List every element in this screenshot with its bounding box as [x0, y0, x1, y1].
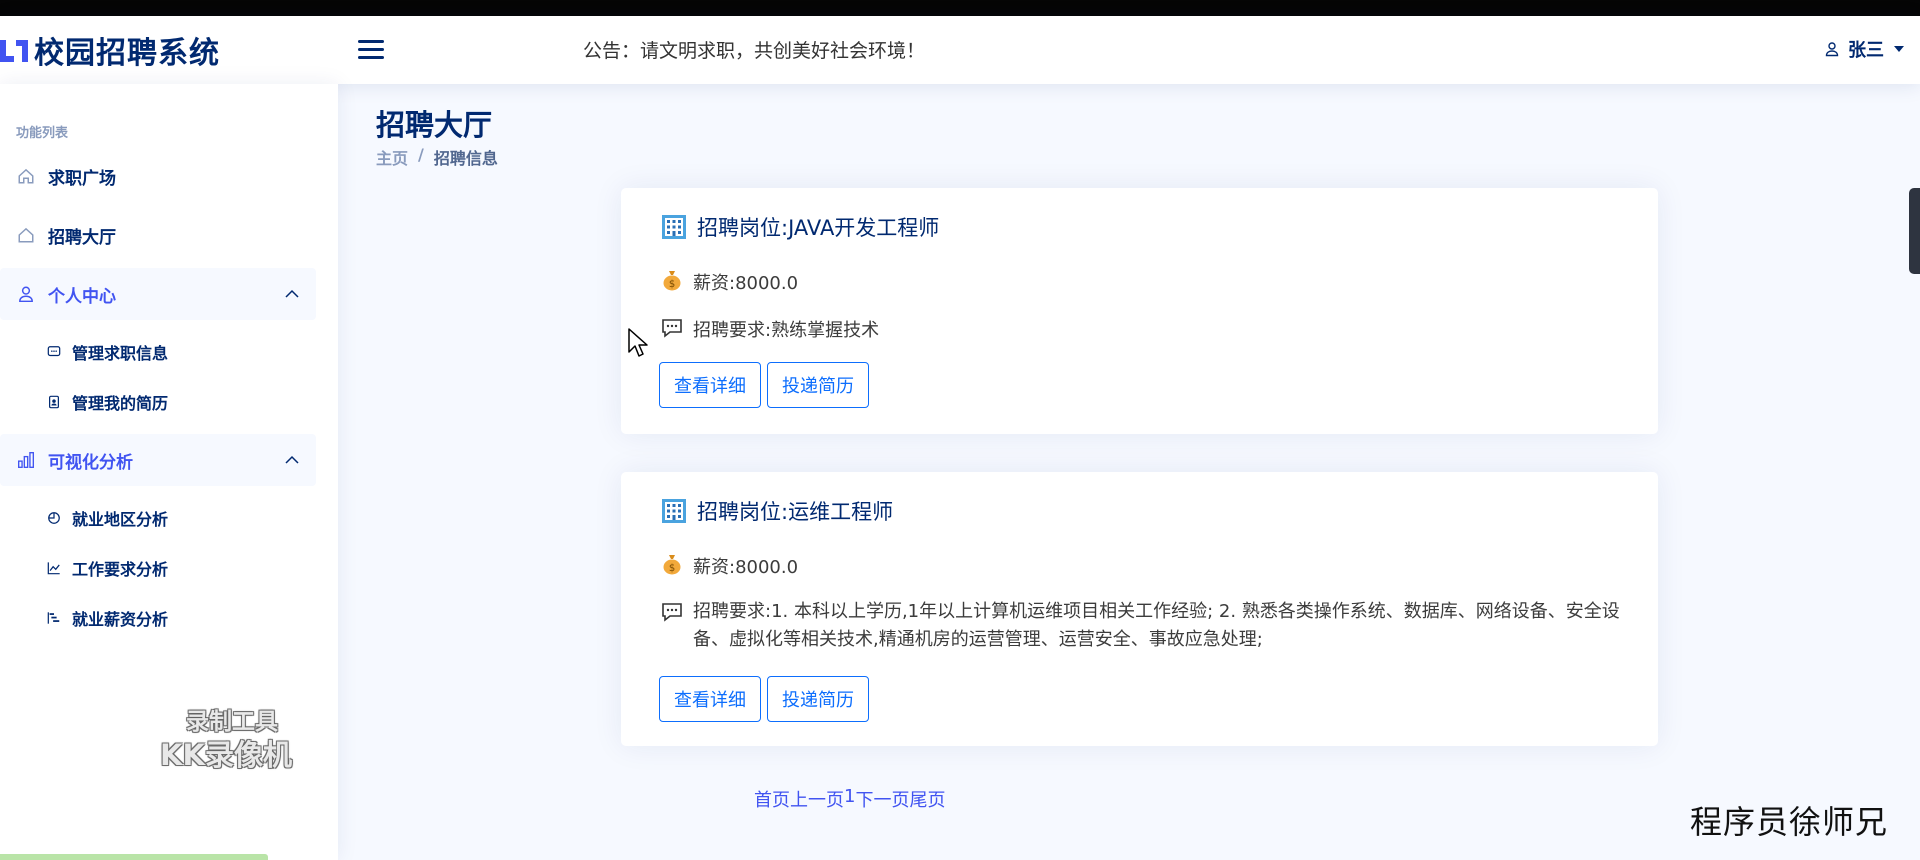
salary-row: $ 薪资:8000.0 [661, 553, 798, 579]
sidebar-subitem-manage-job-info[interactable]: 管理求职信息 [0, 330, 316, 374]
requirement-row: 招聘要求:熟练掌握技术 [661, 317, 1633, 345]
announcement-text: 公告：请文明求职，共创美好社会环境！ [583, 40, 926, 62]
bar-chart-steps-icon [46, 610, 62, 626]
money-bag-icon: $ [661, 553, 683, 575]
pager-next-link[interactable]: 下一页 [855, 786, 909, 812]
logo-text: 校园招聘系统 [34, 36, 220, 71]
job-title: 招聘岗位:JAVA开发工程师 [697, 216, 940, 240]
corner-watermark: 程序员徐师兄 [1690, 803, 1889, 841]
sidebar-item-label: 求职广场 [48, 168, 116, 189]
speech-bubble-icon [661, 601, 683, 623]
money-bag-icon: $ [661, 269, 683, 291]
requirement-text: 招聘要求:熟练掌握技术 [693, 320, 880, 341]
pie-chart-icon [46, 510, 62, 526]
home-icon [16, 166, 36, 186]
sidebar-item-label: 招聘大厅 [48, 227, 116, 248]
page-title: 招聘大厅 [376, 108, 493, 142]
file-person-icon [46, 394, 62, 410]
job-actions: 查看详细 投递简历 [659, 362, 869, 408]
sidebar-subitem-manage-resume[interactable]: 管理我的简历 [0, 380, 316, 424]
speech-bubble-icon [661, 317, 683, 339]
window-top-strip [0, 0, 1920, 16]
job-title: 招聘岗位:运维工程师 [697, 500, 894, 524]
caret-down-icon [1894, 46, 1904, 52]
sidebar-item-visual-analysis[interactable]: 可视化分析 [0, 434, 316, 486]
svg-text:$: $ [669, 563, 675, 574]
user-name: 张三 [1848, 40, 1884, 61]
home-icon [16, 225, 36, 245]
sidebar-subitem-label: 就业地区分析 [72, 510, 169, 529]
pagination: 首页 上一页 1 下一页 尾页 [754, 786, 945, 812]
mouse-cursor-icon [628, 328, 648, 357]
logo-mark-icon [0, 35, 30, 65]
pager-prev-link[interactable]: 上一页 [790, 786, 844, 812]
building-icon [662, 215, 686, 239]
job-title-row: 招聘岗位:运维工程师 [661, 496, 893, 526]
recorder-watermark-line1: 录制工具 [186, 709, 278, 735]
salary-text: 薪资:8000.0 [693, 273, 799, 294]
chevron-up-icon [285, 289, 299, 298]
sidebar-subitem-label: 管理求职信息 [72, 344, 169, 363]
requirement-row: 招聘要求:1. 本科以上学历,1年以上计算机运维项目相关工作经验; 2. 熟悉各… [661, 598, 1633, 654]
pager-first-link[interactable]: 首页 [754, 786, 790, 812]
salary-text: 薪资:8000.0 [693, 557, 799, 578]
pager-last-link[interactable]: 尾页 [909, 786, 945, 812]
job-title-row: 招聘岗位:JAVA开发工程师 [661, 212, 939, 242]
sidebar-subitem-label: 就业薪资分析 [72, 610, 169, 629]
breadcrumb: 主页 / 招聘信息 [376, 145, 498, 169]
view-details-button[interactable]: 查看详细 [659, 362, 761, 408]
job-card: 招聘岗位:JAVA开发工程师 $ 薪资:8000.0 招聘要求:熟练掌握技术 查… [621, 188, 1658, 434]
person-icon [16, 284, 36, 304]
bar-chart-icon [16, 450, 36, 470]
edge-widget-tab [1909, 188, 1920, 274]
sidebar: 功能列表 求职广场 招聘大厅 个人中心 管理求职信息 管理我的简历 可视化分析 … [0, 84, 338, 860]
salary-row: $ 薪资:8000.0 [661, 269, 798, 295]
breadcrumb-home-link[interactable]: 主页 [376, 145, 408, 169]
sidebar-subitem-region-analysis[interactable]: 就业地区分析 [0, 496, 316, 540]
submit-resume-button[interactable]: 投递简历 [767, 362, 869, 408]
sidebar-subitem-salary-analysis[interactable]: 就业薪资分析 [0, 596, 316, 640]
sidebar-bottom-bar [0, 854, 268, 860]
chevron-up-icon [285, 455, 299, 464]
view-details-button[interactable]: 查看详细 [659, 676, 761, 722]
sidebar-item-label: 个人中心 [48, 286, 116, 307]
job-card: 招聘岗位:运维工程师 $ 薪资:8000.0 招聘要求:1. 本科以上学历,1年… [621, 472, 1658, 746]
chat-square-icon [46, 344, 62, 360]
sidebar-item-label: 可视化分析 [48, 452, 133, 473]
sidebar-heading: 功能列表 [16, 126, 69, 141]
requirement-text: 招聘要求:1. 本科以上学历,1年以上计算机运维项目相关工作经验; 2. 熟悉各… [693, 601, 1620, 650]
logo[interactable]: 校园招聘系统 [0, 28, 220, 72]
recorder-watermark-line2: KK录像机 [160, 738, 292, 772]
sidebar-item-personal-center[interactable]: 个人中心 [0, 268, 316, 320]
pager-current-page: 1 [844, 786, 856, 807]
sidebar-subitem-requirement-analysis[interactable]: 工作要求分析 [0, 546, 316, 590]
job-actions: 查看详细 投递简历 [659, 676, 869, 722]
sidebar-subitem-label: 工作要求分析 [72, 560, 169, 579]
breadcrumb-current: 招聘信息 [433, 149, 498, 168]
graph-icon [46, 560, 62, 576]
menu-toggle-icon[interactable] [355, 33, 387, 65]
user-menu[interactable]: 张三 [1824, 36, 1904, 62]
svg-text:$: $ [669, 279, 675, 290]
sidebar-item-job-square[interactable]: 求职广场 [0, 150, 316, 202]
submit-resume-button[interactable]: 投递简历 [767, 676, 869, 722]
person-icon [1825, 42, 1839, 57]
sidebar-item-recruit-hall[interactable]: 招聘大厅 [0, 209, 316, 261]
building-icon [662, 499, 686, 523]
sidebar-subitem-label: 管理我的简历 [72, 394, 169, 413]
breadcrumb-separator: / [418, 145, 424, 164]
header: 校园招聘系统 公告：请文明求职，共创美好社会环境！ 张三 [0, 16, 1920, 84]
